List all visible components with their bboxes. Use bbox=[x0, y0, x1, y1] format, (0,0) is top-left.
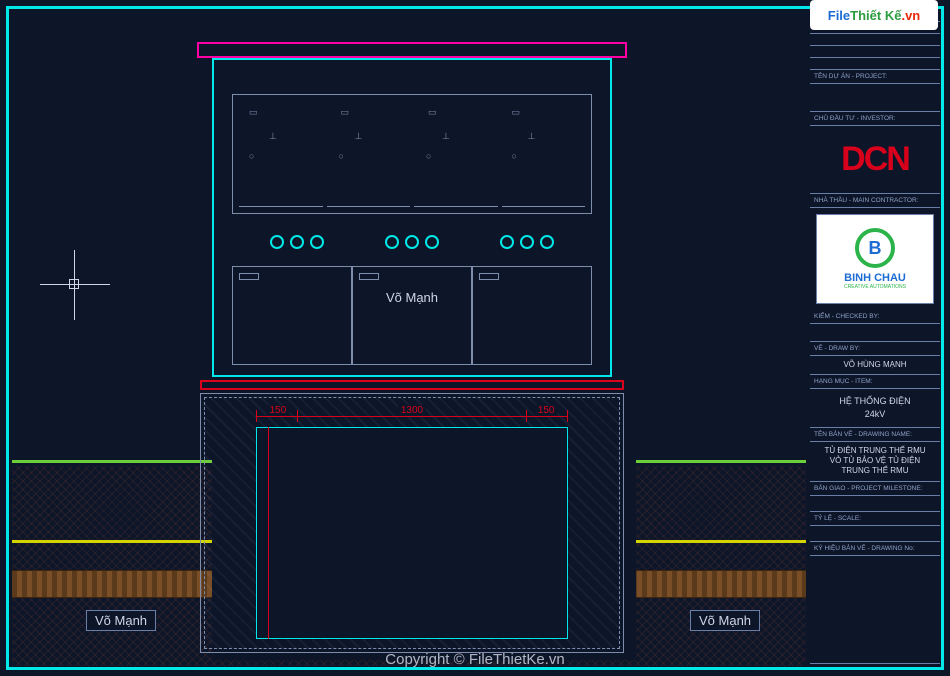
logo-part1: File bbox=[828, 8, 850, 23]
cable-pit bbox=[256, 427, 568, 639]
tb-dwgname-label: TÊN BẢN VẼ - DRAWING NAME: bbox=[814, 431, 912, 438]
logo-part2: Thiết Kế bbox=[850, 8, 901, 23]
title-block: TÊN DỰ ÁN - PROJECT: CHỦ ĐẦU TƯ - INVEST… bbox=[810, 10, 940, 664]
rmu-cabinet: ▭⊥○ ▭⊥○ ▭⊥○ ▭⊥○ Võ Mạnh bbox=[212, 42, 612, 377]
tb-item-l1: HỆ THỐNG ĐIỆN bbox=[812, 395, 938, 408]
author-watermark-left: Võ Mạnh bbox=[86, 610, 156, 631]
tb-checked-label: KIỂM - CHECKED BY: bbox=[814, 313, 879, 320]
tb-dwgno-label: KÝ HIỆU BẢN VẼ - DRAWING No: bbox=[814, 545, 915, 552]
logo-domain: .vn bbox=[901, 8, 920, 23]
author-watermark: Võ Mạnh bbox=[386, 290, 438, 305]
dimension-vertical bbox=[262, 427, 276, 639]
base-channel bbox=[200, 380, 624, 390]
mimic-panel: ▭⊥○ ▭⊥○ ▭⊥○ ▭⊥○ bbox=[232, 94, 592, 214]
site-watermark-logo: File Thiết Kế .vn bbox=[810, 0, 938, 30]
cabinet-enclosure: ▭⊥○ ▭⊥○ ▭⊥○ ▭⊥○ bbox=[212, 58, 612, 377]
foundation-section: 150 1300 150 bbox=[200, 393, 624, 653]
dim-right-margin: 150 bbox=[535, 405, 558, 416]
indicator-row bbox=[239, 235, 585, 263]
tb-investor-label: CHỦ ĐẦU TƯ - INVESTOR: bbox=[814, 115, 896, 122]
ucs-crosshair-icon bbox=[40, 250, 110, 320]
dim-pit-width: 1300 bbox=[398, 405, 426, 416]
tb-milestone-label: BẢN GIAO - PROJECT MILESTONE: bbox=[814, 485, 922, 492]
tb-drawn-by: VÕ HÙNG MẠNH bbox=[810, 356, 940, 375]
copyright-watermark: Copyright © FileThietKe.vn bbox=[385, 651, 564, 668]
tb-dwgname: TỦ ĐIỆN TRUNG THẾ RMU VỎ TỦ BẢO VỆ TỦ ĐI… bbox=[810, 442, 940, 482]
tb-dwgname-l1: TỦ ĐIỆN TRUNG THẾ RMU bbox=[812, 446, 938, 456]
dimension-top: 150 1300 150 bbox=[256, 407, 568, 425]
tb-project-label: TÊN DỰ ÁN - PROJECT: bbox=[814, 73, 887, 80]
tb-item-l2: 24kV bbox=[812, 408, 938, 421]
tb-item: HỆ THỐNG ĐIỆN 24kV bbox=[810, 389, 940, 427]
tb-item-label: HẠNG MỤC - ITEM: bbox=[814, 378, 873, 385]
tb-contractor-label: NHÀ THẦU - MAIN CONTRACTOR: bbox=[814, 197, 919, 204]
tb-drawn-label: VẼ - DRAW BY: bbox=[814, 345, 860, 352]
binhchau-sub: CREATIVE AUTOMATIONS bbox=[844, 284, 906, 290]
tb-scale-label: TỶ LỆ - SCALE: bbox=[814, 515, 861, 522]
cabinet-doors bbox=[232, 266, 592, 365]
author-watermark-right: Võ Mạnh bbox=[690, 610, 760, 631]
tb-dwgname-l3: TRUNG THẾ RMU bbox=[812, 466, 938, 476]
binhchau-mark-icon: B bbox=[855, 228, 895, 268]
binhchau-name: BINH CHAU bbox=[844, 272, 906, 284]
binhchau-logo: B BINH CHAU CREATIVE AUTOMATIONS bbox=[816, 214, 934, 304]
dcn-logo: DCN bbox=[810, 126, 940, 194]
dim-left-margin: 150 bbox=[266, 405, 289, 416]
tb-dwgname-l2: VỎ TỦ BẢO VỆ TỦ ĐIỆN bbox=[812, 456, 938, 466]
cabinet-roof bbox=[197, 42, 627, 58]
